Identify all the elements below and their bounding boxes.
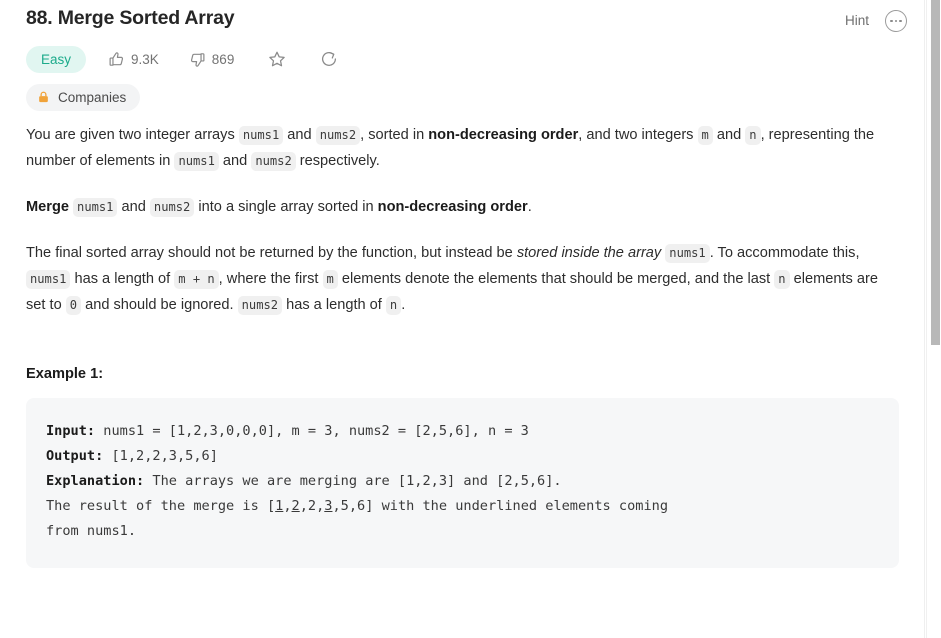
text-run: respectively. bbox=[295, 153, 380, 169]
explanation-text-1: The arrays we are merging are [1,2,3] an… bbox=[144, 473, 562, 489]
inline-code: nums2 bbox=[251, 152, 296, 171]
panel-divider bbox=[924, 0, 925, 638]
star-icon bbox=[268, 50, 286, 68]
explanation-sep-1: , bbox=[283, 498, 292, 514]
text-run: and should be ignored. bbox=[81, 297, 238, 313]
inline-code: nums2 bbox=[149, 198, 195, 217]
inline-code: nums1 bbox=[238, 126, 284, 145]
text-run: has a length of bbox=[70, 271, 175, 287]
text-run: into a single array sorted in bbox=[194, 199, 378, 215]
emphasis-text: Merge bbox=[26, 199, 69, 215]
status-badge-difficulty[interactable]: Easy bbox=[26, 45, 87, 73]
companies-button[interactable]: Companies bbox=[26, 83, 141, 111]
output-label: Output: bbox=[46, 448, 104, 464]
description-paragraph-3: The final sorted array should not be ret… bbox=[26, 240, 899, 318]
explanation-label: Explanation: bbox=[46, 473, 145, 489]
text-run: . bbox=[401, 297, 406, 313]
inline-code: nums1 bbox=[73, 198, 118, 217]
inline-code: m bbox=[697, 126, 713, 145]
text-run: . To accommodate this, bbox=[709, 245, 860, 261]
thumbs-down-icon bbox=[189, 51, 206, 68]
example-code-block: Input: nums1 = [1,2,3,0,0,0], m = 3, num… bbox=[26, 398, 899, 568]
emphasis-text: non-decreasing order bbox=[428, 127, 579, 143]
inline-code: nums2 bbox=[237, 296, 283, 315]
explanation-sep-3: ,5,6] with the underlined elements comin… bbox=[332, 498, 669, 514]
problem-header: 88. Merge Sorted Array Hint bbox=[0, 0, 925, 36]
inline-code: n bbox=[745, 126, 761, 145]
share-icon bbox=[320, 50, 338, 68]
thumbs-up-icon bbox=[108, 51, 125, 68]
text-run: , sorted in bbox=[360, 127, 429, 143]
explanation-sep-2: ,2, bbox=[299, 498, 325, 514]
description-paragraph-2: Merge nums1 and nums2 into a single arra… bbox=[26, 194, 899, 220]
downvote-count: 869 bbox=[211, 51, 235, 67]
upvote-button[interactable]: 9.3K bbox=[100, 47, 167, 72]
inline-code: 0 bbox=[65, 296, 82, 315]
underlined-element-2: 2 bbox=[291, 498, 300, 514]
text-run: You are given two integer arrays bbox=[26, 127, 239, 143]
emphasis-text: non-decreasing order bbox=[377, 199, 528, 215]
text-run: has a length of bbox=[282, 297, 386, 313]
companies-label: Companies bbox=[58, 89, 127, 105]
text-run: and bbox=[712, 127, 746, 143]
inline-code: nums1 bbox=[665, 244, 710, 263]
text-run: . bbox=[527, 199, 532, 215]
ellipsis-dots bbox=[890, 19, 902, 23]
text-run: and bbox=[218, 153, 252, 169]
vertical-scrollbar-thumb[interactable] bbox=[931, 0, 940, 345]
output-value: [1,2,2,3,5,6] bbox=[103, 448, 218, 464]
tags-row: Companies bbox=[0, 74, 925, 114]
page-title: 88. Merge Sorted Array bbox=[26, 7, 235, 29]
inline-code: nums2 bbox=[315, 126, 361, 145]
explanation-text-3: from nums1. bbox=[46, 523, 137, 539]
ellipsis-circle-icon[interactable] bbox=[885, 10, 907, 32]
favorite-button[interactable] bbox=[260, 46, 294, 72]
example-heading: Example 1: bbox=[26, 366, 104, 382]
text-run: and bbox=[117, 199, 150, 215]
text-run: elements denote the elements that should… bbox=[337, 271, 775, 287]
text-run: and bbox=[283, 127, 316, 143]
inline-code: nums1 bbox=[26, 270, 71, 289]
problem-content: You are given two integer arrays nums1 a… bbox=[0, 114, 925, 318]
text-run: , and two integers bbox=[578, 127, 698, 143]
inline-code: m bbox=[322, 270, 338, 289]
description-paragraph-1: You are given two integer arrays nums1 a… bbox=[26, 122, 899, 174]
input-value: nums1 = [1,2,3,0,0,0], m = 3, nums2 = [2… bbox=[95, 423, 529, 439]
italic-text: stored inside the array bbox=[516, 245, 662, 261]
explanation-text-2: The result of the merge is [ bbox=[46, 498, 276, 514]
lock-icon bbox=[37, 90, 50, 104]
header-actions: Hint bbox=[845, 4, 907, 32]
inline-code: n bbox=[774, 270, 790, 289]
text-run: The final sorted array should not be ret… bbox=[26, 245, 517, 261]
input-label: Input: bbox=[46, 423, 96, 439]
share-button[interactable] bbox=[312, 46, 346, 72]
hint-button[interactable]: Hint bbox=[845, 12, 869, 30]
problem-description-panel: 88. Merge Sorted Array Hint Easy 9.3K 86… bbox=[0, 0, 925, 638]
problem-meta-row: Easy 9.3K 869 bbox=[0, 36, 925, 74]
inline-code: nums1 bbox=[174, 152, 219, 171]
downvote-button[interactable]: 869 bbox=[181, 47, 243, 72]
inline-code: n bbox=[385, 296, 402, 315]
vertical-scrollbar-track[interactable] bbox=[926, 0, 941, 638]
upvote-count: 9.3K bbox=[131, 51, 159, 67]
inline-code: m + n bbox=[174, 270, 219, 289]
text-run: , where the first bbox=[218, 271, 323, 287]
